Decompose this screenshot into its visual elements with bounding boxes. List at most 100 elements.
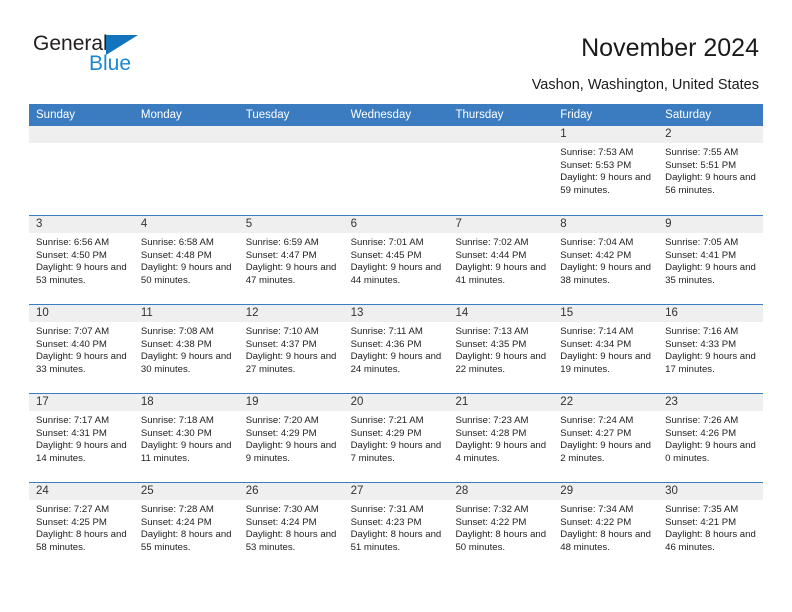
calendar-day-cell[interactable]: 24 Sunrise: 7:27 AM Sunset: 4:25 PM Dayligh…	[29, 483, 134, 571]
calendar-day-number: 11	[133, 305, 239, 322]
sunset-text: Sunset: 4:42 PM	[560, 249, 632, 261]
sunrise-text: Sunrise: 7:02 AM	[455, 237, 529, 248]
daylight-text: Daylight: 9 hours and 44 minutes.	[350, 262, 442, 286]
calendar-day-sun-info: Sunrise: 7:16 AM Sunset: 4:33 PM Daylight:…	[658, 322, 763, 376]
calendar-day-cell[interactable]: 22 Sunrise: 7:24 AM Sunset: 4:27 PM Dayligh…	[553, 394, 659, 482]
calendar-day-cell-empty	[343, 126, 449, 215]
calendar-day-cell[interactable]: 21 Sunrise: 7:23 AM Sunset: 4:28 PM Dayligh…	[448, 394, 554, 482]
calendar-week-row: 3 Sunrise: 6:56 AM Sunset: 4:50 PM Daylight…	[29, 215, 764, 304]
sunrise-text: Sunrise: 6:59 AM	[245, 237, 319, 248]
sunrise-text: Sunrise: 7:32 AM	[455, 504, 529, 515]
sunrise-text: Sunrise: 7:23 AM	[455, 415, 529, 426]
calendar-day-cell[interactable]: 5 Sunrise: 6:59 AM Sunset: 4:47 PM Daylight…	[238, 216, 344, 304]
calendar-day-number: 29	[553, 483, 659, 500]
calendar-day-cell[interactable]: 2 Sunrise: 7:55 AM Sunset: 5:51 PM Daylight…	[658, 126, 764, 215]
brand-logo[interactable]: General Blue	[33, 33, 163, 77]
daylight-text: Daylight: 9 hours and 19 minutes.	[560, 351, 651, 375]
calendar-day-sun-info: Sunrise: 7:27 AM Sunset: 4:25 PM Daylight:…	[29, 500, 134, 554]
calendar-day-cell[interactable]: 26 Sunrise: 7:30 AM Sunset: 4:24 PM Dayligh…	[238, 483, 344, 571]
calendar-day-sun-info: Sunrise: 7:07 AM Sunset: 4:40 PM Daylight:…	[29, 322, 134, 376]
calendar-week-row: 24 Sunrise: 7:27 AM Sunset: 4:25 PM Dayligh…	[29, 482, 764, 571]
weekday-friday: Friday	[560, 109, 593, 121]
sunset-text: Sunset: 4:23 PM	[350, 516, 422, 528]
sunset-text: Sunset: 4:25 PM	[36, 516, 107, 528]
sunset-text: Sunset: 4:41 PM	[665, 249, 737, 261]
calendar-day-number: 14	[448, 305, 554, 322]
calendar-day-cell-empty	[133, 126, 239, 215]
calendar-day-cell[interactable]: 9 Sunrise: 7:05 AM Sunset: 4:41 PM Daylight…	[658, 216, 764, 304]
sunset-text: Sunset: 4:33 PM	[665, 338, 737, 350]
calendar-day-cell[interactable]: 10 Sunrise: 7:07 AM Sunset: 4:40 PM Dayligh…	[29, 305, 134, 393]
calendar-day-number: 27	[343, 483, 449, 500]
daylight-text: Daylight: 9 hours and 0 minutes.	[665, 440, 756, 464]
calendar-day-cell-empty	[29, 126, 134, 215]
daylight-text: Daylight: 9 hours and 4 minutes.	[455, 440, 547, 464]
calendar-day-number: 24	[29, 483, 134, 500]
sunset-text: Sunset: 4:22 PM	[455, 516, 527, 528]
sunset-text: Sunset: 4:44 PM	[455, 249, 527, 261]
calendar-day-cell[interactable]: 4 Sunrise: 6:58 AM Sunset: 4:48 PM Daylight…	[133, 216, 239, 304]
calendar-day-cell[interactable]: 11 Sunrise: 7:08 AM Sunset: 4:38 PM Dayligh…	[133, 305, 239, 393]
calendar-day-number: 19	[238, 394, 344, 411]
calendar-day-cell[interactable]: 1 Sunrise: 7:53 AM Sunset: 5:53 PM Daylight…	[553, 126, 659, 215]
calendar-day-cell[interactable]: 23 Sunrise: 7:26 AM Sunset: 4:26 PM Dayligh…	[658, 394, 764, 482]
daylight-text: Daylight: 8 hours and 46 minutes.	[665, 529, 756, 553]
calendar-day-cell[interactable]: 14 Sunrise: 7:13 AM Sunset: 4:35 PM Dayligh…	[448, 305, 554, 393]
calendar-day-sun-info: Sunrise: 7:21 AM Sunset: 4:29 PM Daylight:…	[344, 411, 449, 465]
calendar-day-cell[interactable]: 12 Sunrise: 7:10 AM Sunset: 4:37 PM Dayligh…	[238, 305, 344, 393]
calendar-week-row: 10 Sunrise: 7:07 AM Sunset: 4:40 PM Dayligh…	[29, 304, 764, 393]
sunset-text: Sunset: 4:40 PM	[36, 338, 107, 350]
calendar-day-cell[interactable]: 18 Sunrise: 7:18 AM Sunset: 4:30 PM Dayligh…	[133, 394, 239, 482]
calendar-day-cell[interactable]: 29 Sunrise: 7:34 AM Sunset: 4:22 PM Dayligh…	[553, 483, 659, 571]
calendar-day-cell[interactable]: 6 Sunrise: 7:01 AM Sunset: 4:45 PM Daylight…	[343, 216, 449, 304]
calendar-day-cell[interactable]: 13 Sunrise: 7:11 AM Sunset: 4:36 PM Dayligh…	[343, 305, 449, 393]
sunrise-text: Sunrise: 6:56 AM	[36, 237, 110, 248]
calendar-day-sun-info: Sunrise: 7:31 AM Sunset: 4:23 PM Daylight:…	[344, 500, 449, 554]
calendar-day-number: 10	[29, 305, 134, 322]
calendar-day-cell[interactable]: 17 Sunrise: 7:17 AM Sunset: 4:31 PM Dayligh…	[29, 394, 134, 482]
calendar-day-number: 30	[658, 483, 764, 500]
calendar-day-number: 23	[658, 394, 764, 411]
sunset-text: Sunset: 4:48 PM	[140, 249, 212, 261]
daylight-text: Daylight: 9 hours and 38 minutes.	[560, 262, 651, 286]
calendar-day-number	[238, 126, 344, 143]
sunrise-text: Sunrise: 7:35 AM	[665, 504, 739, 515]
calendar-day-number: 25	[133, 483, 239, 500]
daylight-text: Daylight: 8 hours and 53 minutes.	[245, 529, 337, 553]
calendar-day-sun-info: Sunrise: 7:17 AM Sunset: 4:31 PM Daylight:…	[29, 411, 134, 465]
calendar-day-cell[interactable]: 3 Sunrise: 6:56 AM Sunset: 4:50 PM Daylight…	[29, 216, 134, 304]
sunset-text: Sunset: 4:27 PM	[560, 427, 632, 439]
sunset-text: Sunset: 4:37 PM	[245, 338, 317, 350]
sunset-text: Sunset: 4:28 PM	[455, 427, 527, 439]
daylight-text: Daylight: 9 hours and 35 minutes.	[665, 262, 756, 286]
daylight-text: Daylight: 9 hours and 59 minutes.	[560, 172, 651, 196]
calendar-day-cell[interactable]: 7 Sunrise: 7:02 AM Sunset: 4:44 PM Daylight…	[448, 216, 554, 304]
sunset-text: Sunset: 4:29 PM	[350, 427, 422, 439]
brand-name-general: General	[33, 32, 108, 55]
calendar-day-sun-info: Sunrise: 7:11 AM Sunset: 4:36 PM Daylight:…	[344, 322, 449, 376]
weekday-saturday: Saturday	[665, 109, 712, 121]
calendar-day-sun-info: Sunrise: 7:04 AM Sunset: 4:42 PM Daylight:…	[553, 233, 658, 287]
calendar-day-cell[interactable]: 25 Sunrise: 7:28 AM Sunset: 4:24 PM Dayligh…	[133, 483, 239, 571]
calendar-day-number: 15	[553, 305, 659, 322]
calendar-day-cell[interactable]: 8 Sunrise: 7:04 AM Sunset: 4:42 PM Daylight…	[553, 216, 659, 304]
sunset-text: Sunset: 4:38 PM	[140, 338, 212, 350]
sunset-text: Sunset: 4:45 PM	[350, 249, 422, 261]
calendar-day-number: 12	[238, 305, 344, 322]
sunrise-text: Sunrise: 7:14 AM	[560, 326, 634, 337]
calendar-day-cell[interactable]: 30 Sunrise: 7:35 AM Sunset: 4:21 PM Dayligh…	[658, 483, 764, 571]
calendar-day-cell[interactable]: 20 Sunrise: 7:21 AM Sunset: 4:29 PM Dayligh…	[343, 394, 449, 482]
calendar-day-number: 7	[448, 216, 554, 233]
calendar-day-cell[interactable]: 15 Sunrise: 7:14 AM Sunset: 4:34 PM Dayligh…	[553, 305, 659, 393]
calendar-day-cell[interactable]: 16 Sunrise: 7:16 AM Sunset: 4:33 PM Dayligh…	[658, 305, 764, 393]
calendar-day-cell[interactable]: 19 Sunrise: 7:20 AM Sunset: 4:29 PM Dayligh…	[238, 394, 344, 482]
calendar-day-sun-info: Sunrise: 6:56 AM Sunset: 4:50 PM Daylight:…	[29, 233, 134, 287]
calendar-day-sun-info: Sunrise: 7:10 AM Sunset: 4:37 PM Daylight:…	[239, 322, 344, 376]
calendar-day-cell[interactable]: 27 Sunrise: 7:31 AM Sunset: 4:23 PM Dayligh…	[343, 483, 449, 571]
calendar-day-number	[29, 126, 134, 143]
calendar-day-number: 28	[448, 483, 554, 500]
calendar-day-number: 20	[343, 394, 449, 411]
sunset-text: Sunset: 5:51 PM	[665, 159, 737, 171]
calendar-day-number: 17	[29, 394, 134, 411]
calendar-day-cell[interactable]: 28 Sunrise: 7:32 AM Sunset: 4:22 PM Dayligh…	[448, 483, 554, 571]
